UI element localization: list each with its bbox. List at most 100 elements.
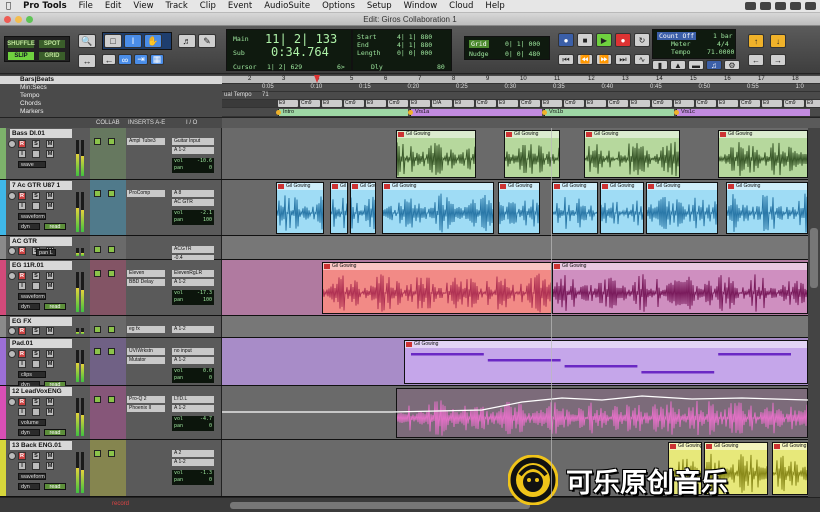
track-record-button[interactable]: R [18, 327, 26, 335]
menu-event[interactable]: Event [222, 1, 258, 11]
track-color-bar[interactable] [0, 260, 6, 315]
audio-clip[interactable]: Gil Gowing [350, 182, 376, 234]
track-view-selector[interactable]: waveform [18, 473, 46, 480]
insert-slot[interactable]: Ampl Tube3 [127, 138, 165, 145]
menu-app[interactable]: Pro Tools [17, 1, 73, 11]
track-timebase-selector[interactable]: dyn [18, 223, 40, 230]
pan-value[interactable]: 0 [209, 477, 212, 484]
marker-region[interactable]: Vrs1c [674, 109, 810, 116]
start-value[interactable]: 4| 1| 880 [397, 33, 432, 41]
io-selector[interactable]: A 8 [172, 190, 214, 197]
audio-clip[interactable]: Gil Gowing [276, 182, 324, 234]
track-record-button[interactable]: R [18, 350, 26, 358]
io-selector[interactable]: A 1-2 [172, 405, 214, 412]
volume-value[interactable]: -10.6 [197, 158, 212, 165]
track-power-icon[interactable] [8, 247, 16, 255]
track-mute-button[interactable]: M [46, 272, 54, 280]
track-power-icon[interactable] [8, 192, 16, 200]
io-selector[interactable]: ACGTR [172, 246, 214, 253]
track-color-bar[interactable] [0, 386, 6, 439]
track-solo-button[interactable]: S [32, 140, 40, 148]
io-selector[interactable]: A 1-2 [172, 279, 214, 286]
metronome-icon[interactable]: ▲ [670, 60, 686, 70]
grid-value[interactable]: 0| 1| 000 [505, 40, 540, 48]
track-input-button[interactable]: I [18, 408, 26, 416]
track-record-button[interactable]: R [18, 272, 26, 280]
track-input-button[interactable] [32, 150, 40, 158]
audio-clip[interactable]: Gil Gowing [498, 182, 540, 234]
chord-marker[interactable]: E9 [366, 100, 386, 107]
track-name[interactable]: 13 Back ENG.01 [10, 441, 72, 450]
track-mute-button[interactable]: M [46, 327, 54, 335]
insert-slot[interactable]: eg fx [127, 326, 165, 333]
pan-value[interactable]: 0 [209, 375, 212, 382]
collab-download-icon[interactable] [108, 246, 115, 253]
delay-label[interactable]: Dly [371, 63, 383, 71]
menu-help[interactable]: Help [479, 1, 510, 11]
track-input-button[interactable] [32, 202, 40, 210]
track-solo-button[interactable]: S [32, 452, 40, 460]
vertical-scroll-thumb[interactable] [810, 228, 818, 288]
status-icon[interactable] [775, 2, 786, 10]
tab-to-transient-icon[interactable]: ⇥ [134, 54, 148, 65]
grid-label[interactable]: Grid [469, 40, 489, 48]
track-timebase-selector[interactable]: dyn [18, 483, 40, 490]
volume-value[interactable]: 0.0 [203, 368, 212, 375]
stop-button[interactable]: ■ [577, 33, 593, 47]
automation-mode-selector[interactable]: read [44, 303, 66, 310]
track-name[interactable]: EG 11R.01 [10, 261, 72, 270]
volume-automation-line[interactable] [222, 386, 808, 440]
track-view-selector[interactable]: waveform [18, 293, 46, 300]
end-value[interactable]: 4| 1| 880 [397, 41, 432, 49]
main-counter[interactable]: Main 11| 2| 133 Sub 0:34.764 Cursor 1| 2… [226, 29, 352, 71]
track-color-bar[interactable] [0, 236, 6, 259]
marker-region[interactable]: Intro [276, 109, 408, 116]
volume-value[interactable]: -17.3 [197, 290, 212, 297]
pan-value[interactable]: 100 [203, 297, 212, 304]
countoff-value[interactable]: 1 bar [713, 32, 733, 40]
scrubber-tool-icon[interactable]: ♬ [178, 34, 196, 48]
status-icon[interactable] [760, 2, 771, 10]
automation-mode-selector[interactable]: read [44, 223, 66, 230]
fast-forward-button[interactable]: ⏩ [596, 54, 612, 65]
track-color-bar[interactable] [0, 128, 6, 179]
track-solo-button[interactable]: S [32, 327, 40, 335]
chord-marker[interactable]: Cm9 [388, 100, 408, 107]
online-icon[interactable]: ● [558, 33, 574, 47]
chord-marker[interactable]: E9 [586, 100, 606, 107]
track-mute-button[interactable]: M [46, 452, 54, 460]
nudge-value[interactable]: 0| 0| 480 [505, 50, 540, 58]
volume-value[interactable]: -1.3 [200, 470, 212, 477]
track-solo-button[interactable]: S [32, 398, 40, 406]
ruler-label-markers[interactable]: Markers [0, 108, 222, 116]
track-record-button[interactable]: R [18, 452, 26, 460]
track-color-bar[interactable] [0, 440, 6, 496]
track-input-button[interactable]: M [46, 462, 54, 470]
io-selector[interactable]: A 2 [172, 450, 214, 457]
ruler-label-chords[interactable]: Chords [0, 100, 222, 108]
track-playlist-lane[interactable] [222, 316, 808, 337]
menu-options[interactable]: Options [316, 1, 361, 11]
volume-pan-display[interactable]: vol -2.1 pan 100 [172, 210, 214, 225]
audio-clip[interactable]: Gil Gowing [552, 262, 808, 314]
track-input-button[interactable]: I [18, 150, 26, 158]
menu-list-icon[interactable] [805, 2, 816, 10]
audio-clip[interactable]: Gil Gowing [330, 182, 348, 234]
track-power-icon[interactable] [8, 140, 16, 148]
record-button[interactable]: ● [615, 33, 631, 47]
io-selector[interactable]: AC GTR [172, 199, 214, 206]
ruler-label-tempo[interactable]: Tempo [0, 92, 222, 100]
track-solo-button[interactable]: S [32, 350, 40, 358]
track-playlist-lane[interactable] [222, 236, 808, 259]
arrow-down-icon[interactable]: ↓ [770, 34, 786, 48]
automation-mode-selector[interactable]: read [44, 429, 66, 436]
wait-for-note-icon[interactable]: ▮ [652, 60, 668, 70]
io-selector[interactable]: no input [172, 348, 214, 355]
arrow-left-icon[interactable]: ← [748, 54, 764, 66]
pan-value[interactable]: 0 [209, 165, 212, 172]
zoom-value[interactable]: 80 [437, 63, 445, 71]
track-record-button[interactable]: R [18, 247, 26, 255]
zoom-toggle-icon[interactable]: ↔ [78, 54, 96, 68]
insert-slot[interactable]: Pro-Q 2 [127, 396, 165, 403]
insert-slot[interactable]: BBD Delay [127, 279, 165, 286]
